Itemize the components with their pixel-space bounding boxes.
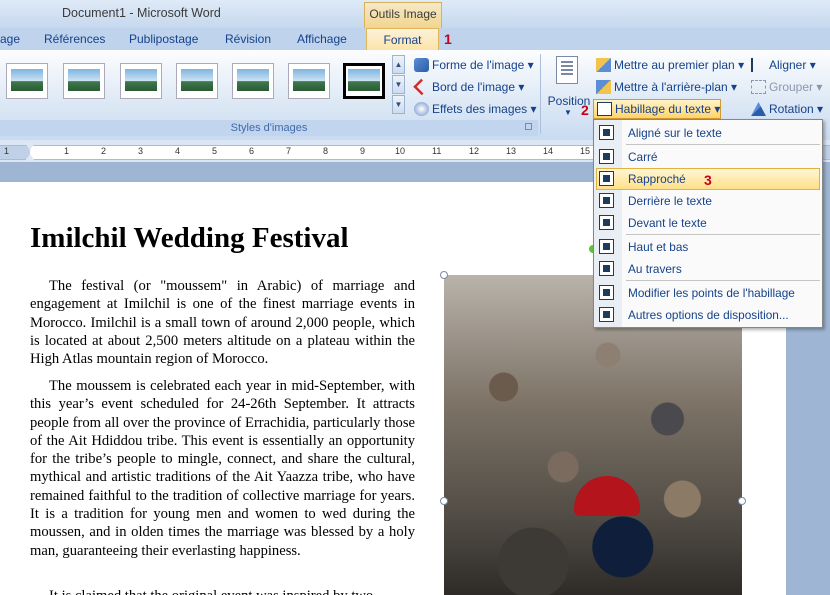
paragraph-3[interactable]: It is claimed that the original event wa… (30, 585, 415, 595)
gallery-down-icon[interactable]: ▼ (392, 75, 405, 94)
menu-item-square[interactable]: Carré (594, 146, 822, 168)
ruler-number: 14 (543, 146, 554, 156)
wrap-front-icon (599, 215, 614, 230)
bring-front-icon (596, 58, 611, 72)
gallery-scroll: ▲ ▼ ▼ (392, 55, 406, 117)
menu-item-edit-wrap-points[interactable]: Modifier les points de l'habillage (594, 282, 822, 304)
send-back-icon (596, 80, 611, 94)
annotation-2: 2 (581, 102, 589, 118)
tab-format[interactable]: Format (366, 28, 439, 52)
picture-style-thumbnail[interactable] (6, 63, 48, 99)
text-wrap-icon (597, 102, 612, 116)
window-title: Document1 - Microsoft Word (62, 6, 221, 20)
ruler-number: 6 (249, 146, 255, 156)
paragraph-1[interactable]: The festival (or "moussem" in Arabic) of… (30, 277, 415, 368)
align-button[interactable]: Aligner ▾ (751, 55, 816, 75)
group-separator (540, 54, 541, 134)
ruler-number: 13 (506, 146, 517, 156)
group-label-picture-styles: Styles d'images (0, 120, 538, 136)
position-dropdown-icon: ▼ (564, 108, 572, 117)
ruler-number: 1 (64, 146, 70, 156)
ruler-number: 3 (138, 146, 144, 156)
wrap-top-bottom-icon (599, 239, 614, 254)
picture-shape-icon (414, 58, 429, 72)
tab-view[interactable]: Affichage (297, 28, 347, 50)
ruler-number: 1 (4, 146, 10, 156)
text-wrap-label: Habillage du texte (615, 102, 712, 116)
picture-shape-label: Forme de l'image (432, 58, 525, 72)
paragraph-2[interactable]: The moussem is celebrated each year in m… (30, 377, 415, 560)
layout-options-icon (599, 307, 614, 322)
wrap-tight-icon (599, 171, 614, 186)
menu-separator (626, 144, 820, 145)
picture-style-thumbnail[interactable] (120, 63, 162, 99)
tab-review[interactable]: Révision (225, 28, 271, 50)
resize-handle[interactable] (440, 497, 448, 505)
rotate-icon (751, 102, 766, 116)
wrap-inline-icon (599, 125, 614, 140)
menu-item-top-and-bottom[interactable]: Haut et bas (594, 236, 822, 258)
gallery-up-icon[interactable]: ▲ (392, 55, 405, 74)
menu-item-more-layout-options[interactable]: Autres options de disposition... (594, 304, 822, 326)
picture-effects-label: Effets des images (432, 102, 528, 116)
menu-separator (626, 234, 820, 235)
align-label: Aligner (769, 58, 807, 72)
ruler-number: 4 (175, 146, 181, 156)
gallery-more-icon[interactable]: ▼ (392, 95, 405, 114)
align-icon (751, 58, 766, 72)
tab-page-layout[interactable]: age (0, 28, 20, 50)
group-button[interactable]: Grouper ▾ (751, 77, 822, 97)
annotation-3: 3 (704, 172, 712, 188)
picture-border-label: Bord de l'image (432, 80, 516, 94)
picture-style-thumbnail[interactable] (176, 63, 218, 99)
menu-item-in-front-of-text[interactable]: Devant le texte (594, 212, 822, 234)
document-heading[interactable]: Imilchil Wedding Festival (30, 222, 349, 255)
resize-handle[interactable] (440, 271, 448, 279)
group-label: Grouper (769, 80, 814, 94)
pen-icon (413, 78, 430, 96)
context-tab-picture-tools: Outils Image (364, 2, 442, 28)
wrap-behind-icon (599, 193, 614, 208)
picture-shape-button[interactable]: Forme de l'image ▾ (414, 55, 534, 75)
picture-border-button[interactable]: Bord de l'image ▾ (413, 77, 524, 97)
dialog-launcher-icon[interactable] (525, 123, 532, 130)
rotate-label: Rotation (769, 102, 814, 116)
annotation-1: 1 (444, 31, 452, 47)
rotate-button[interactable]: Rotation ▾ (751, 99, 823, 119)
picture-effects-button[interactable]: Effets des images ▾ (414, 99, 537, 119)
ruler-number: 10 (395, 146, 406, 156)
send-back-label: Mettre à l'arrière-plan (614, 80, 728, 94)
menu-item-behind-text[interactable]: Derrière le texte (594, 190, 822, 212)
picture-style-thumbnail[interactable] (232, 63, 274, 99)
effects-icon (414, 102, 429, 116)
ruler-number: 2 (101, 146, 107, 156)
send-to-back-button[interactable]: Mettre à l'arrière-plan ▾ (596, 77, 737, 97)
resize-handle[interactable] (738, 497, 746, 505)
menu-separator (626, 280, 820, 281)
wrap-square-icon (599, 149, 614, 164)
ruler-number: 12 (469, 146, 480, 156)
picture-style-thumbnail[interactable] (288, 63, 330, 99)
ruler-number: 7 (286, 146, 292, 156)
ruler-number: 11 (432, 146, 442, 156)
wrap-through-icon (599, 261, 614, 276)
edit-wrap-points-icon (599, 285, 614, 300)
tab-references[interactable]: Références (44, 28, 105, 50)
ruler-number: 9 (360, 146, 366, 156)
picture-style-thumbnail[interactable] (63, 63, 105, 99)
text-wrap-button-content: Habillage du texte ▾ (597, 99, 720, 119)
picture-style-thumbnail-selected[interactable] (343, 63, 385, 99)
tab-mailings[interactable]: Publipostage (129, 28, 198, 50)
position-icon (556, 56, 578, 84)
ruler-number: 8 (323, 146, 329, 156)
group-icon (751, 80, 766, 94)
ruler-number: 5 (212, 146, 218, 156)
bring-front-label: Mettre au premier plan (614, 58, 735, 72)
menu-item-through[interactable]: Au travers (594, 258, 822, 280)
ruler-number: 15 (580, 146, 591, 156)
bring-to-front-button[interactable]: Mettre au premier plan ▾ (596, 55, 744, 75)
menu-item-in-line-with-text[interactable]: Aligné sur le texte (594, 122, 822, 144)
hanging-indent-icon[interactable] (25, 154, 35, 161)
first-line-indent-icon[interactable] (25, 143, 35, 150)
